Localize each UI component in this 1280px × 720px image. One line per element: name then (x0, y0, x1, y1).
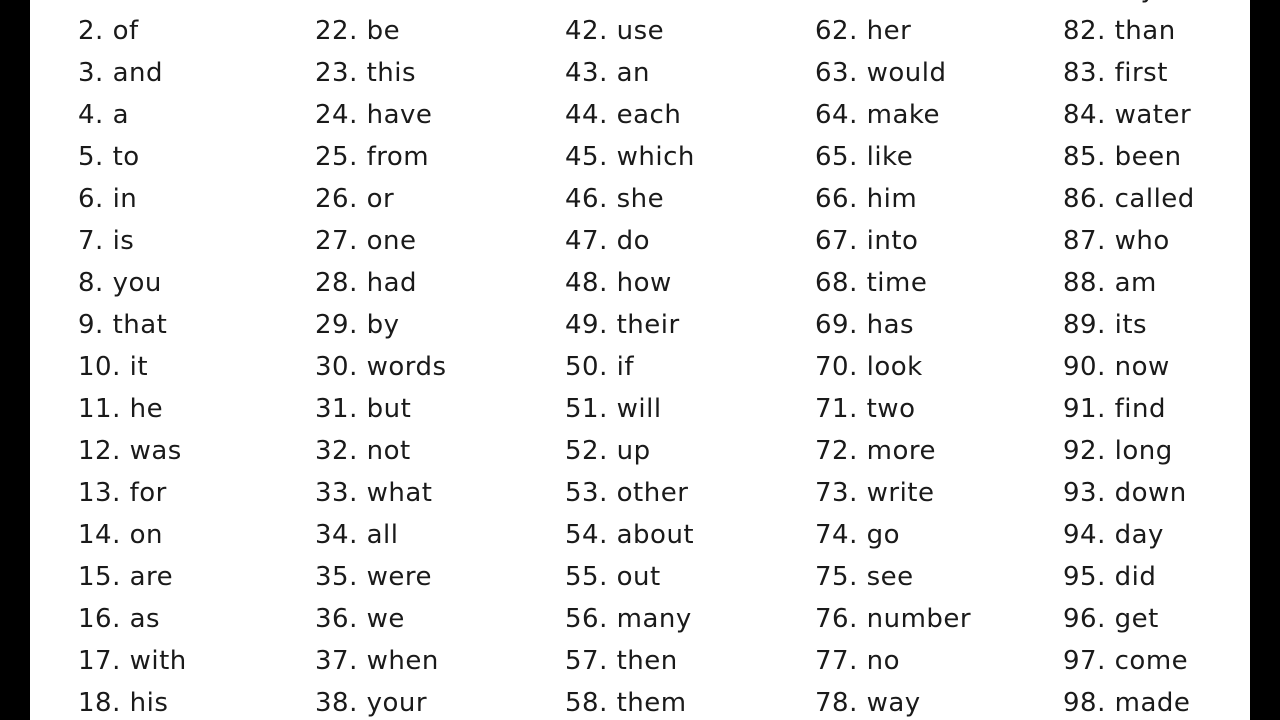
word-list-item: 11. he (78, 394, 164, 424)
word-list-item: 30. words (315, 352, 447, 382)
word-list-item: 54. about (565, 520, 695, 550)
word-list-item: 12. was (78, 436, 182, 466)
word-list-item: 78. way (815, 688, 921, 718)
word-list-item: 61. some (815, 0, 939, 4)
word-list-item: 62. her (815, 16, 912, 46)
word-list-item: 84. water (1063, 100, 1192, 130)
word-list-item: 68. time (815, 268, 928, 298)
word-list-item: 52. up (565, 436, 651, 466)
word-list-item: 89. its (1063, 310, 1148, 340)
word-list-item: 90. now (1063, 352, 1170, 382)
word-list-item: 75. see (815, 562, 914, 592)
word-list-item: 77. no (815, 646, 900, 676)
word-list-item: 7. is (78, 226, 135, 256)
word-list-item: 42. use (565, 16, 665, 46)
word-list-item: 92. long (1063, 436, 1173, 466)
word-list-item: 85. been (1063, 142, 1182, 172)
word-list-item: 88. am (1063, 268, 1157, 298)
word-list-item: 25. from (315, 142, 430, 172)
word-list-item: 64. make (815, 100, 940, 130)
word-list-item: 47. do (565, 226, 651, 256)
word-list-item: 96. get (1063, 604, 1159, 634)
word-list-item: 82. than (1063, 16, 1176, 46)
word-list-item: 46. she (565, 184, 665, 214)
word-list-item: 86. called (1063, 184, 1195, 214)
word-list-item: 13. for (78, 478, 167, 508)
word-list-item: 4. a (78, 100, 130, 130)
word-list-item: 50. if (565, 352, 634, 382)
word-list-item: 29. by (315, 310, 400, 340)
word-list-item: 8. you (78, 268, 162, 298)
word-list-item: 74. go (815, 520, 901, 550)
word-list-item: 45. which (565, 142, 695, 172)
word-list-page: 1. the 2. of 3. and 4. a 5. to 6. in 7. is 8. y… (30, 0, 1250, 720)
word-list-item: 14. on (78, 520, 163, 550)
word-list-item: 76. number (815, 604, 972, 634)
word-list-item: 6. in (78, 184, 138, 214)
word-list-item: 34. all (315, 520, 399, 550)
word-list-item: 63. would (815, 58, 947, 88)
word-list-item: 58. them (565, 688, 687, 718)
word-list-item: 44. each (565, 100, 682, 130)
word-list-item: 73. write (815, 478, 935, 508)
word-list-item: 1. the (78, 0, 157, 4)
word-list-item: 98. made (1063, 688, 1191, 718)
word-list-item: 21. at (315, 0, 394, 4)
word-list-item: 67. into (815, 226, 919, 256)
word-list-item: 48. how (565, 268, 672, 298)
word-list-item: 91. find (1063, 394, 1166, 424)
word-list-item: 55. out (565, 562, 661, 592)
word-list-item: 72. more (815, 436, 936, 466)
word-list-item: 15. are (78, 562, 174, 592)
word-list-item: 65. like (815, 142, 914, 172)
word-list-item: 51. will (565, 394, 662, 424)
word-list-item: 3. and (78, 58, 163, 88)
word-list-item: 22. be (315, 16, 401, 46)
word-list-item: 28. had (315, 268, 418, 298)
word-list-item: 69. has (815, 310, 915, 340)
word-list-item: 17. with (78, 646, 187, 676)
word-list-item: 93. down (1063, 478, 1187, 508)
word-list-item: 87. who (1063, 226, 1170, 256)
word-list-item: 57. then (565, 646, 678, 676)
word-list-item: 94. day (1063, 520, 1164, 550)
word-list-item: 70. look (815, 352, 923, 382)
word-list-item: 97. come (1063, 646, 1189, 676)
word-list-item: 66. him (815, 184, 918, 214)
word-list-item: 24. have (315, 100, 433, 130)
word-list-item: 23. this (315, 58, 417, 88)
word-list-item: 35. were (315, 562, 432, 592)
word-list-item: 81. my (1063, 0, 1156, 4)
word-list-item: 41. there (565, 0, 688, 4)
word-list-item: 37. when (315, 646, 439, 676)
word-list-item: 53. other (565, 478, 689, 508)
word-list-item: 27. one (315, 226, 417, 256)
word-list-item: 16. as (78, 604, 161, 634)
word-list-item: 33. what (315, 478, 433, 508)
word-list-item: 31. but (315, 394, 412, 424)
word-list-item: 10. it (78, 352, 149, 382)
word-list-item: 32. not (315, 436, 411, 466)
word-list-item: 56. many (565, 604, 692, 634)
word-list-item: 38. your (315, 688, 428, 718)
word-list-item: 5. to (78, 142, 140, 172)
word-list-item: 9. that (78, 310, 168, 340)
word-list-item: 18. his (78, 688, 169, 718)
word-list-item: 2. of (78, 16, 139, 46)
word-list-item: 36. we (315, 604, 405, 634)
word-list-item: 43. an (565, 58, 651, 88)
word-list-item: 71. two (815, 394, 916, 424)
word-list-item: 83. first (1063, 58, 1168, 88)
word-list-item: 95. did (1063, 562, 1157, 592)
word-list-item: 26. or (315, 184, 395, 214)
word-list-item: 49. their (565, 310, 680, 340)
